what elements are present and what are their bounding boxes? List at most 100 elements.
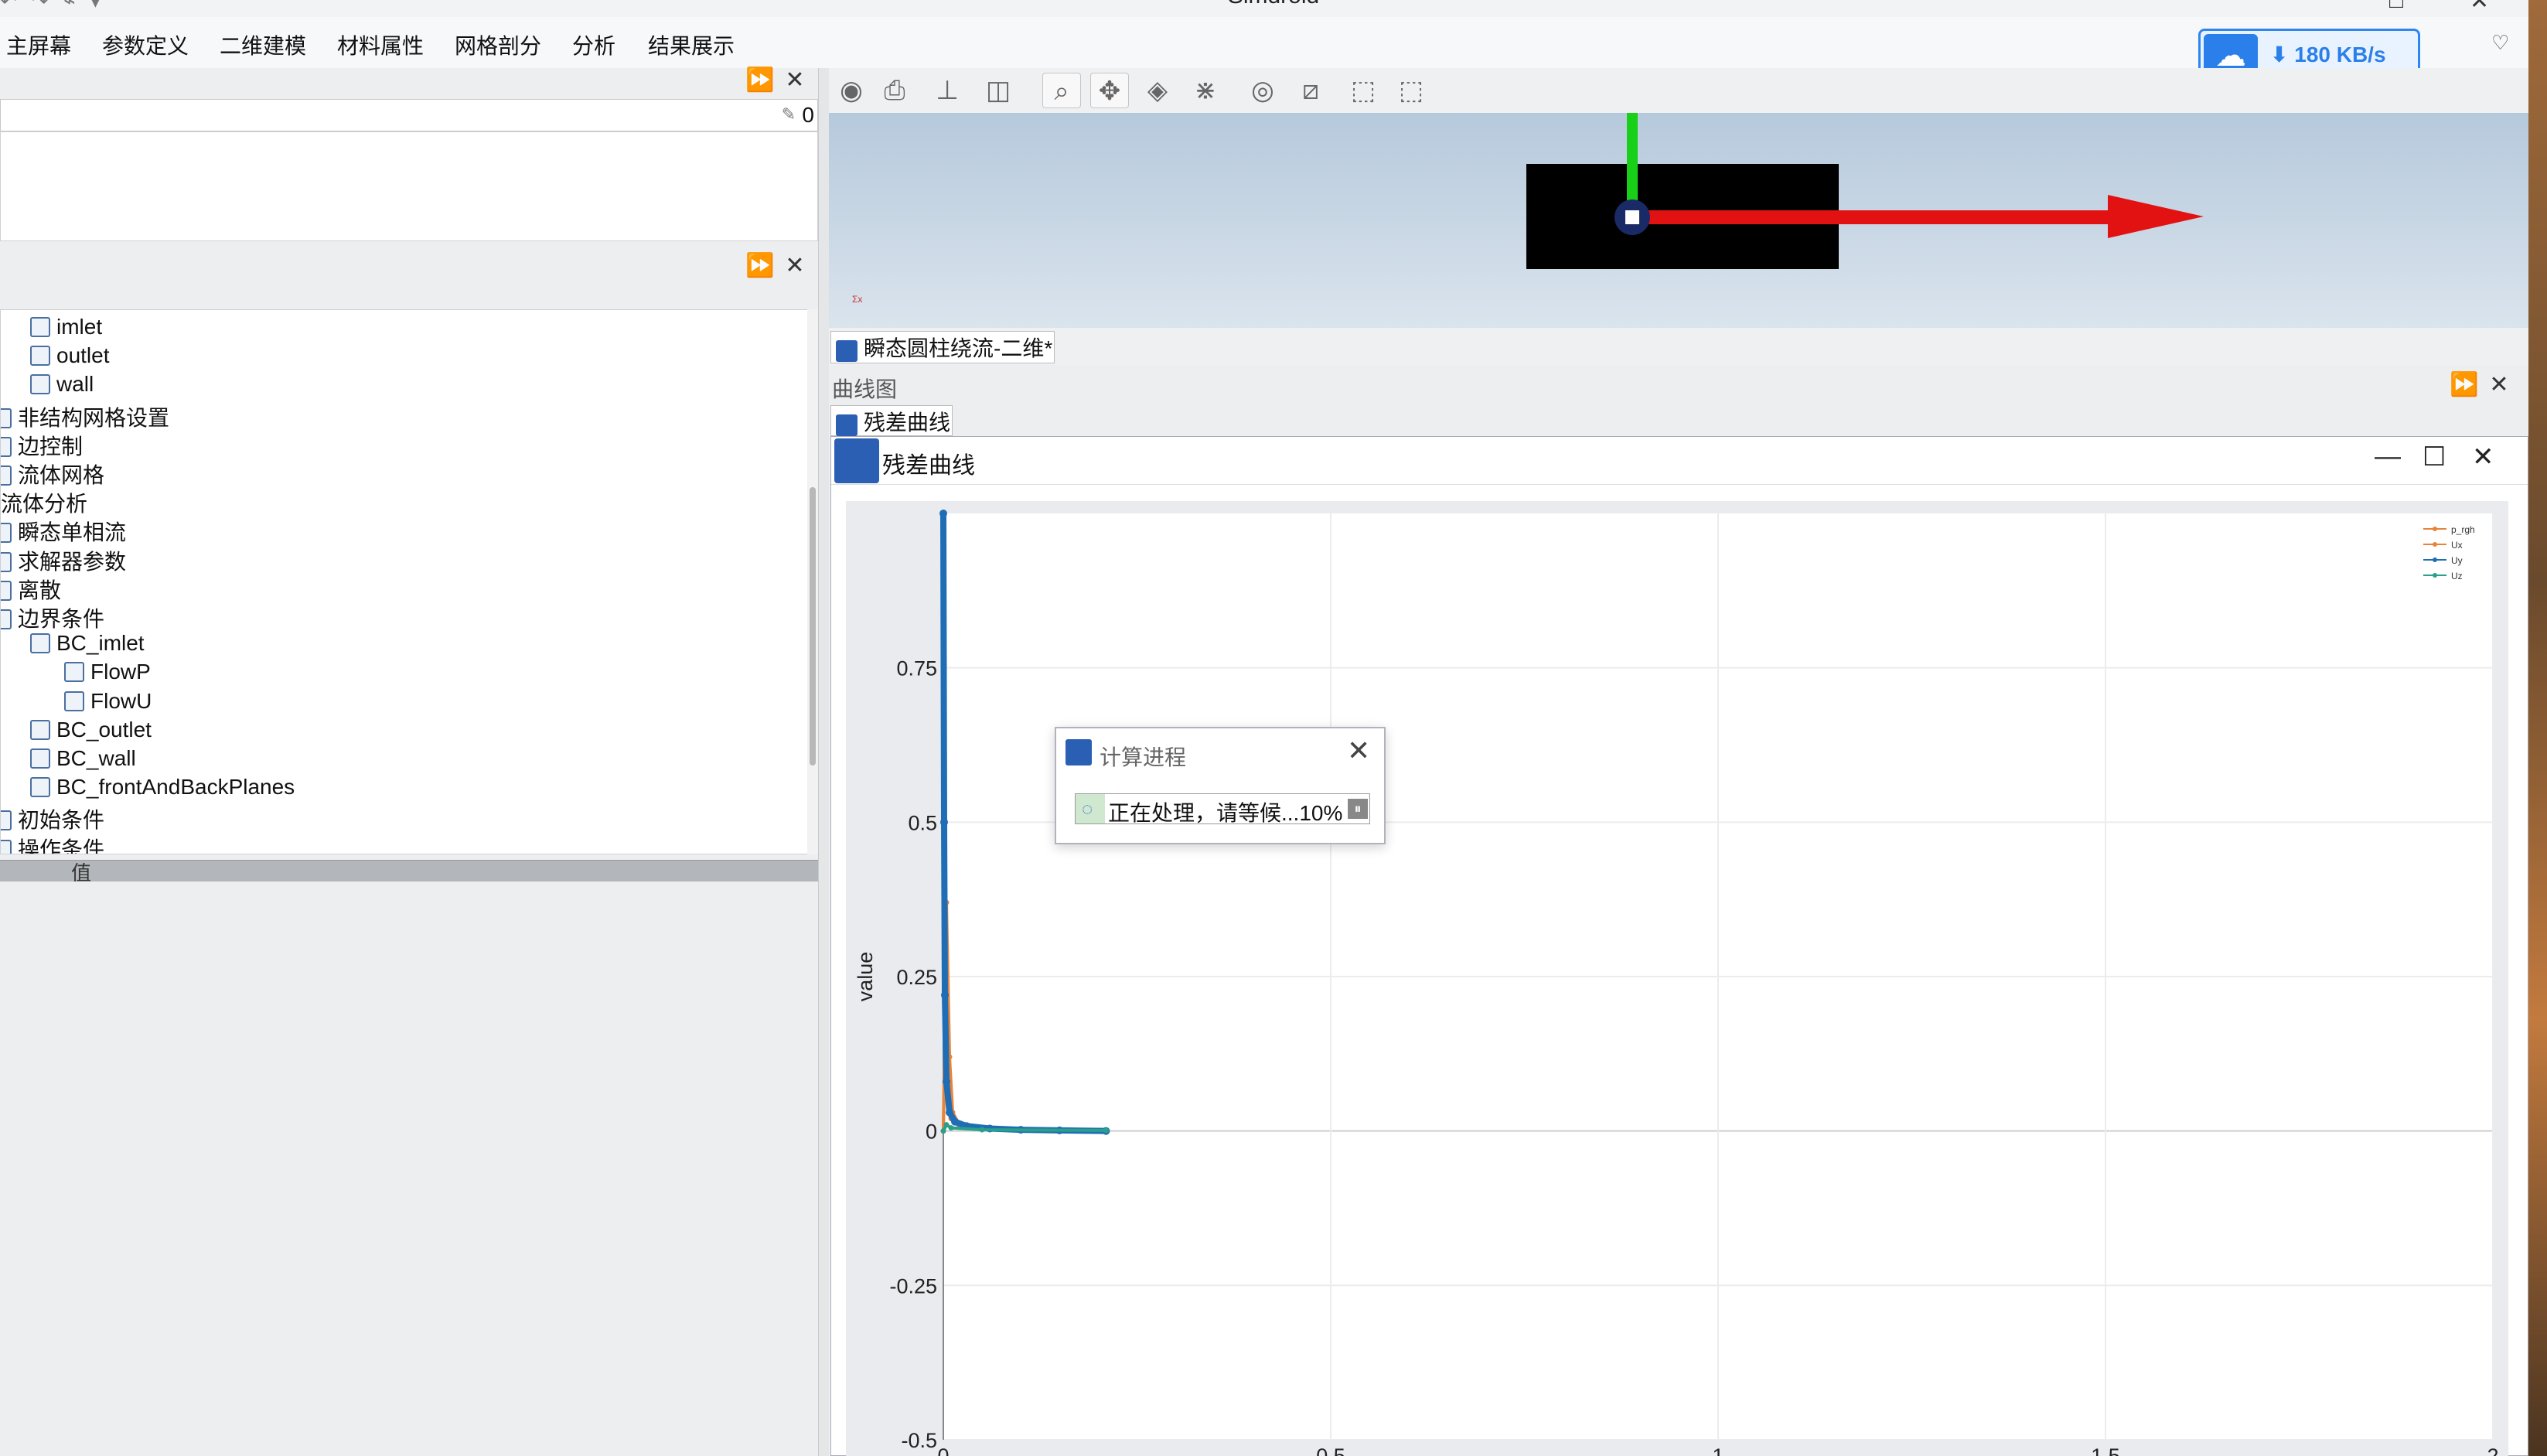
menu-meshing[interactable]: 网格剖分 (455, 29, 541, 60)
x-axis-arrowhead (2108, 195, 2204, 238)
axes-icon[interactable]: ⋇ (1186, 73, 1225, 108)
camera-icon[interactable]: ◉ (832, 73, 871, 108)
scroll-thumb[interactable] (810, 487, 816, 766)
tree-item[interactable]: wall (30, 372, 94, 400)
legend-marker (2433, 542, 2437, 547)
pane-buttons-tree[interactable]: ⏩✕ (745, 252, 816, 279)
menu-home[interactable]: 主屏幕 (6, 29, 71, 60)
menu-analysis[interactable]: 分析 (572, 29, 615, 60)
tree-item-label: FlowU (90, 688, 152, 713)
legend-marker (2433, 558, 2437, 562)
tree-item[interactable]: 流体分析 (1, 487, 87, 516)
x-tick-label: 0.5 (1316, 1444, 1345, 1456)
data-point (948, 1125, 954, 1131)
menu-materials[interactable]: 材料属性 (337, 29, 424, 60)
tree-item-label: FlowP (90, 660, 151, 684)
tree-item[interactable]: BC_wall (30, 746, 136, 774)
pause-button[interactable]: ⏸ (1348, 799, 1368, 819)
eye-icon[interactable]: ◎ (1243, 73, 1282, 108)
window-title: Simdroid (0, 0, 2547, 9)
print-icon[interactable]: ⎙ (875, 73, 914, 108)
rotate-icon[interactable]: ◈ (1138, 73, 1177, 108)
tree-item[interactable]: 非结构网格设置 (1, 401, 169, 430)
tree-item-label: 边控制 (18, 434, 84, 459)
dialog-close-button[interactable]: ✕ (1347, 735, 1370, 767)
maximize-button[interactable]: ☐ (2423, 442, 2446, 472)
edge-control-icon (1, 436, 12, 457)
y-tick-label: 0.25 (896, 966, 937, 989)
fluid-mesh-icon (1, 465, 12, 486)
minimize-button[interactable]: — (2375, 442, 2401, 472)
tree-item-label: 初始条件 (18, 808, 105, 833)
model-tree[interactable]: imlet outlet wall 非结构网格设置边控制 流体网格 流体分析 瞬态单相流 求解… (0, 309, 818, 854)
tree-item-label: imlet (56, 315, 103, 339)
tree-item[interactable]: BC_frontAndBackPlanes (30, 775, 295, 803)
curves-panel-title: 曲线图 (832, 377, 898, 401)
pane-buttons-curves[interactable]: ⏩✕ (2450, 371, 2520, 398)
tree-item[interactable]: outlet (30, 343, 110, 371)
data-point (940, 818, 949, 827)
menu-results[interactable]: 结果展示 (648, 29, 735, 60)
light-box-icon[interactable]: ⬚ (1344, 73, 1383, 108)
tree-item[interactable]: 离散 (1, 574, 61, 602)
tree-item[interactable]: BC_imlet (30, 631, 145, 659)
solver-icon (1, 551, 12, 572)
tree-scrollbar[interactable] (807, 309, 818, 854)
tree-item[interactable]: FlowU (64, 689, 152, 717)
tree-item[interactable]: 边界条件 (1, 602, 105, 631)
bc-icon (30, 633, 50, 654)
data-point (1103, 1127, 1109, 1134)
view-cube-icon[interactable]: ◫ (979, 73, 1018, 108)
section-icon[interactable]: ⧄ (1291, 73, 1330, 108)
data-point (946, 1108, 954, 1117)
progress-dialog[interactable]: 计算进程 ✕ ◌ 正在处理，请等候...10% ⏸ (1055, 727, 1386, 844)
pane-buttons-top[interactable]: ⏩✕ (745, 66, 816, 94)
desktop-edge (2528, 0, 2547, 1456)
residual-plot[interactable]: -0.5 -0.25 0 0.25 0.5 0.75 0 0.5 1 1.5 2 value p_rgh… (846, 501, 2508, 1456)
close-button[interactable]: ✕ (2472, 442, 2494, 472)
tree-item-label: 操作条件 (18, 837, 105, 854)
boundary-icon (30, 346, 50, 367)
tree-item[interactable]: 流体网格 (1, 459, 104, 487)
mini-axes-icon: Σx (852, 294, 863, 305)
mesh-settings-icon (1, 407, 12, 428)
network-speed: ⬇ 180 KB/s (2270, 43, 2386, 66)
property-header: 值 (0, 860, 818, 885)
axis-icon[interactable]: ⊥ (928, 73, 967, 108)
title-bar: ↶ ↷ ⌁ ▾ Simdroid □ ✕ (0, 0, 2547, 17)
boundary-icon (30, 374, 50, 395)
ribbon-collapse-icon[interactable]: ♡ (2491, 31, 2509, 55)
boundary-icon (30, 317, 50, 337)
menu-parameters[interactable]: 参数定义 (102, 29, 189, 60)
residual-curve-tab[interactable]: 残差曲线 (830, 405, 953, 436)
legend-label: p_rgh (2451, 524, 2475, 535)
view-toolbar: ◉ ⎙ ⊥ ◫ ⌕ ✥ ◈ ⋇ ◎ ⧄ ⬚ ⬚ (829, 68, 2528, 113)
tree-item[interactable]: 操作条件 (1, 833, 104, 854)
tree-item[interactable]: 求解器参数 (1, 545, 126, 574)
dialog-icon (1066, 739, 1092, 766)
tree-item-label: outlet (56, 343, 110, 368)
zoom-box-icon[interactable]: ⌕ (1042, 73, 1081, 108)
search-input[interactable]: ✎ 0 (0, 99, 818, 131)
maximize-button[interactable]: □ (2389, 0, 2403, 14)
inner-window-title: 残差曲线 (882, 453, 975, 479)
x-tick-label: 2 (2487, 1444, 2498, 1456)
tree-item[interactable]: 瞬态单相流 (1, 516, 126, 544)
y-tick-label: 0.5 (908, 811, 937, 834)
tree-item-label: BC_wall (56, 746, 136, 770)
y-axis-label: value (854, 952, 877, 1002)
document-tab[interactable]: 瞬态圆柱绕流-二维* (830, 331, 1055, 363)
spinner-icon: ◌ (1082, 799, 1093, 820)
tree-item[interactable]: 边控制 (1, 430, 84, 459)
tree-item[interactable]: 初始条件 (1, 803, 105, 833)
tree-item-label: 边界条件 (18, 607, 105, 631)
menu-2d-modeling[interactable]: 二维建模 (220, 29, 306, 60)
fit-icon[interactable]: ✥ (1090, 73, 1129, 108)
tree-item[interactable]: FlowP (64, 660, 151, 687)
tree-item[interactable]: imlet (30, 315, 102, 343)
3d-viewport[interactable]: Σx (829, 113, 2528, 328)
tree-item[interactable]: BC_outlet (30, 718, 152, 745)
close-window-button[interactable]: ✕ (2470, 0, 2489, 15)
panel-splitter[interactable] (818, 68, 829, 1456)
shade-box-icon[interactable]: ⬚ (1392, 73, 1430, 108)
